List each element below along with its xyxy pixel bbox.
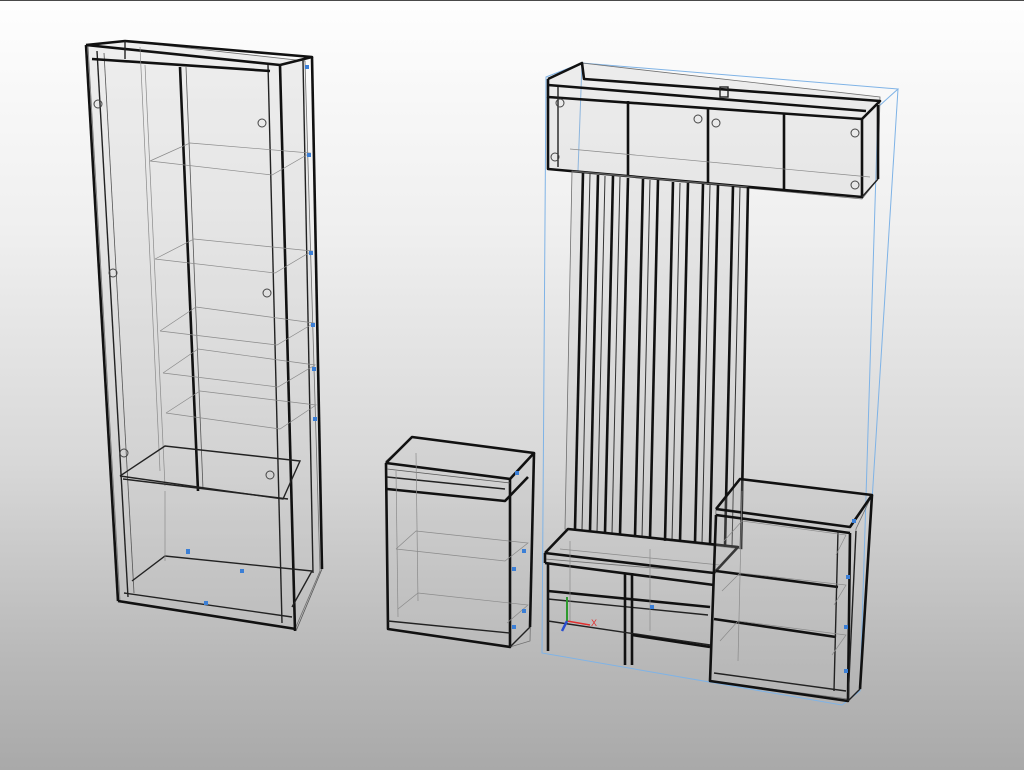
bench — [543, 527, 740, 665]
cabinet-body — [385, 436, 535, 648]
hallway-unit[interactable]: X — [541, 61, 900, 706]
scene-canvas[interactable]: X — [0, 1, 1024, 771]
small-drawer-cabinet[interactable] — [384, 435, 536, 649]
drawer-unit — [708, 477, 874, 703]
x-axis-label: X — [591, 618, 597, 628]
tall-glass-cabinet[interactable] — [84, 39, 324, 632]
cabinet-body — [87, 40, 321, 630]
3d-viewport[interactable]: X — [0, 0, 1024, 770]
slat-wall-panel — [564, 170, 750, 550]
